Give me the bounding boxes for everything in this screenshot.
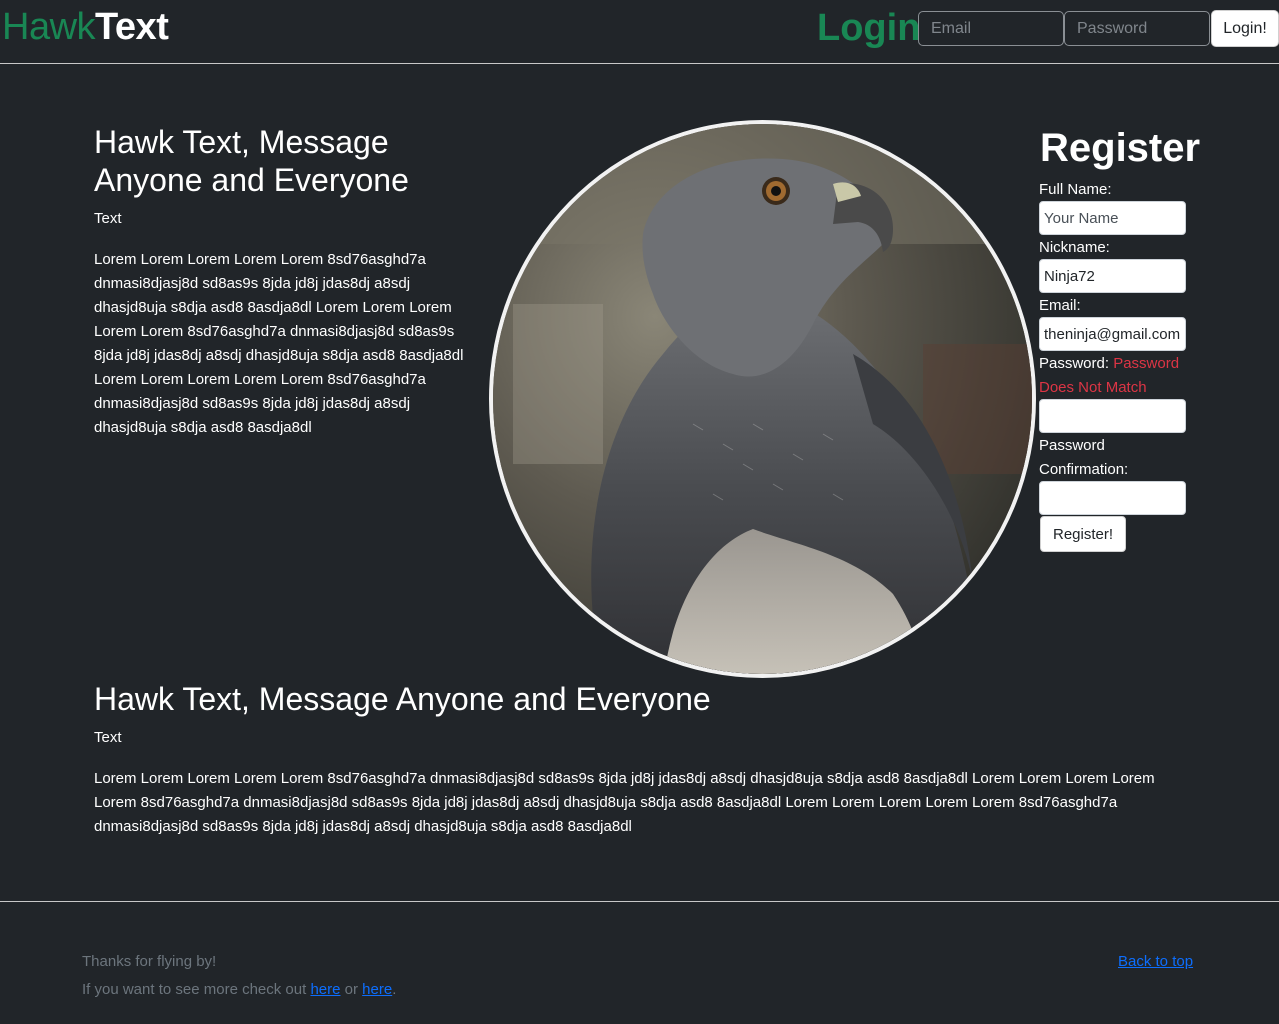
- footer-thanks-text: Thanks for flying by!: [82, 953, 217, 970]
- hero-body-text: Lorem Lorem Lorem Lorem Lorem 8sd76asghd…: [94, 251, 464, 436]
- footer-link-1[interactable]: here: [310, 981, 340, 998]
- section-subtitle: Text: [94, 729, 122, 746]
- navbar: HawkText Login Login!: [0, 0, 1279, 64]
- full-name-label: Full Name:: [1039, 181, 1112, 198]
- full-name-input[interactable]: [1039, 201, 1186, 235]
- login-title: Login: [817, 7, 921, 49]
- footer-divider: [0, 901, 1279, 902]
- hawk-photo: [489, 120, 1036, 678]
- login-button[interactable]: Login!: [1211, 10, 1279, 47]
- footer-link-2[interactable]: here: [362, 981, 392, 998]
- back-to-top-link[interactable]: Back to top: [1118, 952, 1193, 972]
- brand-logo[interactable]: HawkText: [2, 4, 169, 50]
- email-label: Email:: [1039, 297, 1081, 314]
- register-title: Register: [1040, 126, 1201, 170]
- register-button[interactable]: Register!: [1040, 516, 1126, 552]
- password-label-row: Password: Password Does Not Match: [1039, 352, 1189, 400]
- footer-or-text: or: [340, 981, 363, 998]
- hero-title: Hawk Text, Message Anyone and Everyone: [94, 124, 409, 198]
- section-title: Hawk Text, Message Anyone and Everyone: [94, 681, 711, 717]
- password-label: Password:: [1039, 355, 1110, 372]
- hero-subtitle: Text: [94, 210, 122, 227]
- email-input[interactable]: [1039, 317, 1186, 351]
- section-body-text: Lorem Lorem Lorem Lorem Lorem 8sd76asghd…: [94, 770, 1155, 835]
- footer-more-text: If you want to see more check out here o…: [82, 980, 396, 1000]
- nickname-input[interactable]: [1039, 259, 1186, 293]
- brand-part-text: Text: [95, 6, 169, 48]
- footer-more-prefix: If you want to see more check out: [82, 981, 311, 998]
- hawk-illustration: [493, 124, 1032, 674]
- login-email-input[interactable]: [918, 11, 1064, 46]
- password-confirmation-label: Password Confirmation:: [1039, 437, 1129, 478]
- login-password-input[interactable]: [1064, 11, 1210, 46]
- footer-period: .: [392, 981, 397, 998]
- nickname-label: Nickname:: [1039, 239, 1110, 256]
- password-input[interactable]: [1039, 399, 1186, 433]
- brand-part-hawk: Hawk: [2, 6, 96, 48]
- password-confirmation-input[interactable]: [1039, 481, 1186, 515]
